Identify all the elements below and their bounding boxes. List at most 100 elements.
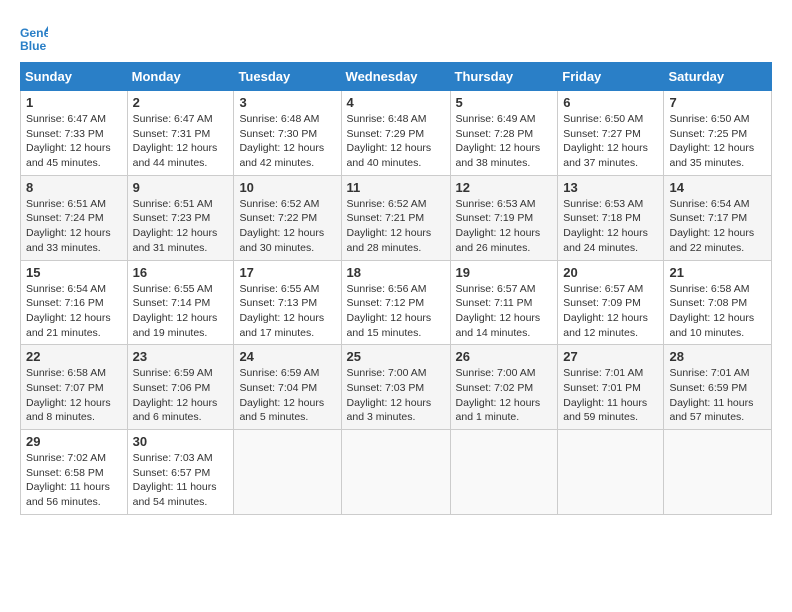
day-number: 20 <box>563 265 658 280</box>
day-cell: 20 Sunrise: 6:57 AM Sunset: 7:09 PM Dayl… <box>558 260 664 345</box>
empty-cell <box>450 430 558 515</box>
day-info: Sunrise: 6:52 AM Sunset: 7:22 PM Dayligh… <box>239 197 335 256</box>
logo-icon: General Blue <box>20 24 48 52</box>
day-number: 16 <box>133 265 229 280</box>
day-info: Sunrise: 6:58 AM Sunset: 7:07 PM Dayligh… <box>26 366 122 425</box>
day-cell: 9 Sunrise: 6:51 AM Sunset: 7:23 PM Dayli… <box>127 175 234 260</box>
day-info: Sunrise: 7:03 AM Sunset: 6:57 PM Dayligh… <box>133 451 229 510</box>
day-cell: 28 Sunrise: 7:01 AM Sunset: 6:59 PM Dayl… <box>664 345 772 430</box>
day-cell: 21 Sunrise: 6:58 AM Sunset: 7:08 PM Dayl… <box>664 260 772 345</box>
logo: General Blue <box>20 24 54 52</box>
day-cell: 14 Sunrise: 6:54 AM Sunset: 7:17 PM Dayl… <box>664 175 772 260</box>
day-number: 2 <box>133 95 229 110</box>
calendar-week-3: 15 Sunrise: 6:54 AM Sunset: 7:16 PM Dayl… <box>21 260 772 345</box>
day-info: Sunrise: 6:50 AM Sunset: 7:27 PM Dayligh… <box>563 112 658 171</box>
day-number: 24 <box>239 349 335 364</box>
header-monday: Monday <box>127 63 234 91</box>
header-tuesday: Tuesday <box>234 63 341 91</box>
day-cell: 7 Sunrise: 6:50 AM Sunset: 7:25 PM Dayli… <box>664 91 772 176</box>
day-cell: 10 Sunrise: 6:52 AM Sunset: 7:22 PM Dayl… <box>234 175 341 260</box>
day-cell: 23 Sunrise: 6:59 AM Sunset: 7:06 PM Dayl… <box>127 345 234 430</box>
day-info: Sunrise: 6:52 AM Sunset: 7:21 PM Dayligh… <box>347 197 445 256</box>
day-cell: 13 Sunrise: 6:53 AM Sunset: 7:18 PM Dayl… <box>558 175 664 260</box>
day-number: 8 <box>26 180 122 195</box>
calendar-week-2: 8 Sunrise: 6:51 AM Sunset: 7:24 PM Dayli… <box>21 175 772 260</box>
day-cell: 26 Sunrise: 7:00 AM Sunset: 7:02 PM Dayl… <box>450 345 558 430</box>
day-cell: 29 Sunrise: 7:02 AM Sunset: 6:58 PM Dayl… <box>21 430 128 515</box>
day-info: Sunrise: 6:57 AM Sunset: 7:11 PM Dayligh… <box>456 282 553 341</box>
header-friday: Friday <box>558 63 664 91</box>
day-number: 19 <box>456 265 553 280</box>
header: General Blue <box>20 20 772 52</box>
empty-cell <box>664 430 772 515</box>
calendar-week-5: 29 Sunrise: 7:02 AM Sunset: 6:58 PM Dayl… <box>21 430 772 515</box>
day-info: Sunrise: 6:58 AM Sunset: 7:08 PM Dayligh… <box>669 282 766 341</box>
day-cell: 30 Sunrise: 7:03 AM Sunset: 6:57 PM Dayl… <box>127 430 234 515</box>
day-number: 17 <box>239 265 335 280</box>
day-cell: 12 Sunrise: 6:53 AM Sunset: 7:19 PM Dayl… <box>450 175 558 260</box>
day-number: 4 <box>347 95 445 110</box>
calendar-week-4: 22 Sunrise: 6:58 AM Sunset: 7:07 PM Dayl… <box>21 345 772 430</box>
day-cell: 25 Sunrise: 7:00 AM Sunset: 7:03 PM Dayl… <box>341 345 450 430</box>
day-cell: 6 Sunrise: 6:50 AM Sunset: 7:27 PM Dayli… <box>558 91 664 176</box>
empty-cell <box>558 430 664 515</box>
day-cell: 17 Sunrise: 6:55 AM Sunset: 7:13 PM Dayl… <box>234 260 341 345</box>
day-cell: 8 Sunrise: 6:51 AM Sunset: 7:24 PM Dayli… <box>21 175 128 260</box>
day-number: 21 <box>669 265 766 280</box>
header-thursday: Thursday <box>450 63 558 91</box>
day-cell: 3 Sunrise: 6:48 AM Sunset: 7:30 PM Dayli… <box>234 91 341 176</box>
day-info: Sunrise: 6:55 AM Sunset: 7:13 PM Dayligh… <box>239 282 335 341</box>
day-number: 22 <box>26 349 122 364</box>
day-info: Sunrise: 7:02 AM Sunset: 6:58 PM Dayligh… <box>26 451 122 510</box>
day-number: 3 <box>239 95 335 110</box>
day-number: 26 <box>456 349 553 364</box>
day-number: 28 <box>669 349 766 364</box>
day-info: Sunrise: 6:48 AM Sunset: 7:29 PM Dayligh… <box>347 112 445 171</box>
day-info: Sunrise: 7:01 AM Sunset: 7:01 PM Dayligh… <box>563 366 658 425</box>
day-number: 25 <box>347 349 445 364</box>
day-info: Sunrise: 6:53 AM Sunset: 7:19 PM Dayligh… <box>456 197 553 256</box>
calendar-table: SundayMondayTuesdayWednesdayThursdayFrid… <box>20 62 772 515</box>
day-info: Sunrise: 6:51 AM Sunset: 7:23 PM Dayligh… <box>133 197 229 256</box>
day-cell: 1 Sunrise: 6:47 AM Sunset: 7:33 PM Dayli… <box>21 91 128 176</box>
day-cell: 4 Sunrise: 6:48 AM Sunset: 7:29 PM Dayli… <box>341 91 450 176</box>
day-cell: 22 Sunrise: 6:58 AM Sunset: 7:07 PM Dayl… <box>21 345 128 430</box>
day-info: Sunrise: 6:59 AM Sunset: 7:06 PM Dayligh… <box>133 366 229 425</box>
day-number: 29 <box>26 434 122 449</box>
day-info: Sunrise: 6:59 AM Sunset: 7:04 PM Dayligh… <box>239 366 335 425</box>
day-info: Sunrise: 6:53 AM Sunset: 7:18 PM Dayligh… <box>563 197 658 256</box>
svg-text:Blue: Blue <box>20 39 47 52</box>
day-info: Sunrise: 6:55 AM Sunset: 7:14 PM Dayligh… <box>133 282 229 341</box>
day-number: 13 <box>563 180 658 195</box>
day-cell: 18 Sunrise: 6:56 AM Sunset: 7:12 PM Dayl… <box>341 260 450 345</box>
calendar-header-row: SundayMondayTuesdayWednesdayThursdayFrid… <box>21 63 772 91</box>
day-number: 23 <box>133 349 229 364</box>
day-number: 30 <box>133 434 229 449</box>
day-number: 7 <box>669 95 766 110</box>
day-cell: 24 Sunrise: 6:59 AM Sunset: 7:04 PM Dayl… <box>234 345 341 430</box>
day-cell: 16 Sunrise: 6:55 AM Sunset: 7:14 PM Dayl… <box>127 260 234 345</box>
day-info: Sunrise: 7:00 AM Sunset: 7:03 PM Dayligh… <box>347 366 445 425</box>
day-info: Sunrise: 6:54 AM Sunset: 7:17 PM Dayligh… <box>669 197 766 256</box>
header-wednesday: Wednesday <box>341 63 450 91</box>
day-info: Sunrise: 6:49 AM Sunset: 7:28 PM Dayligh… <box>456 112 553 171</box>
day-info: Sunrise: 6:51 AM Sunset: 7:24 PM Dayligh… <box>26 197 122 256</box>
day-number: 9 <box>133 180 229 195</box>
day-cell: 27 Sunrise: 7:01 AM Sunset: 7:01 PM Dayl… <box>558 345 664 430</box>
day-number: 27 <box>563 349 658 364</box>
day-info: Sunrise: 6:54 AM Sunset: 7:16 PM Dayligh… <box>26 282 122 341</box>
day-info: Sunrise: 6:57 AM Sunset: 7:09 PM Dayligh… <box>563 282 658 341</box>
day-number: 11 <box>347 180 445 195</box>
day-cell: 5 Sunrise: 6:49 AM Sunset: 7:28 PM Dayli… <box>450 91 558 176</box>
day-number: 6 <box>563 95 658 110</box>
day-number: 10 <box>239 180 335 195</box>
svg-text:General: General <box>20 26 48 40</box>
empty-cell <box>341 430 450 515</box>
day-number: 12 <box>456 180 553 195</box>
day-cell: 2 Sunrise: 6:47 AM Sunset: 7:31 PM Dayli… <box>127 91 234 176</box>
day-info: Sunrise: 7:01 AM Sunset: 6:59 PM Dayligh… <box>669 366 766 425</box>
day-info: Sunrise: 7:00 AM Sunset: 7:02 PM Dayligh… <box>456 366 553 425</box>
day-info: Sunrise: 6:50 AM Sunset: 7:25 PM Dayligh… <box>669 112 766 171</box>
day-number: 18 <box>347 265 445 280</box>
calendar-week-1: 1 Sunrise: 6:47 AM Sunset: 7:33 PM Dayli… <box>21 91 772 176</box>
